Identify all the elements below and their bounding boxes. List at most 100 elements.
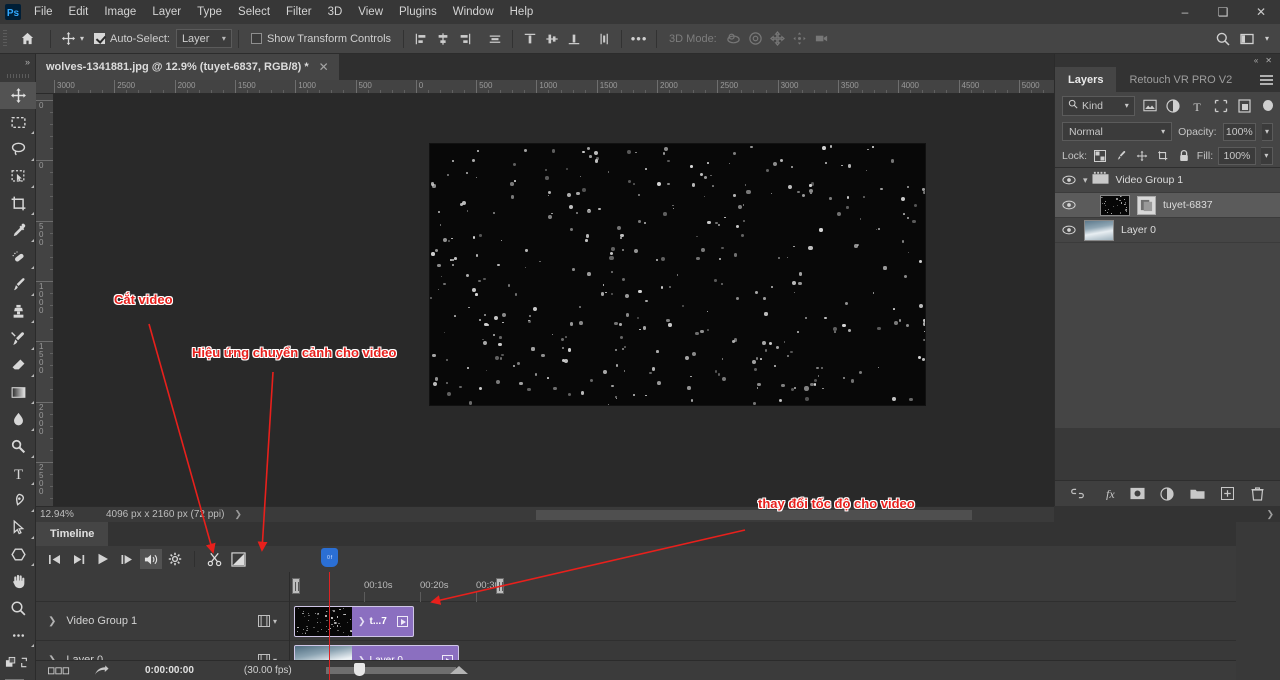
new-layer-icon[interactable] [1218,485,1236,503]
menu-item-help[interactable]: Help [502,0,542,24]
shape-tool[interactable] [0,541,36,568]
panel-menu-icon[interactable] [1260,75,1273,85]
zoom-in-timeline-icon[interactable] [450,666,468,674]
lasso-tool[interactable] [0,136,36,163]
tab-retouch-vr-pro-v2[interactable]: Retouch VR PRO V2 [1116,67,1245,92]
blur-tool[interactable] [0,406,36,433]
minimize-button[interactable]: – [1166,0,1204,24]
image-canvas[interactable] [430,144,925,405]
close-icon[interactable]: ✕ [319,60,329,74]
menu-item-layer[interactable]: Layer [144,0,189,24]
show-transform-controls-checkbox[interactable]: Show Transform Controls [245,33,397,45]
zoom-level[interactable]: 12.94% [36,509,98,520]
new-group-icon[interactable] [1188,485,1206,503]
film-strip-icon[interactable]: ▾ [258,615,289,627]
eraser-tool[interactable] [0,352,36,379]
roll-3d-icon[interactable] [745,28,767,50]
menu-item-plugins[interactable]: Plugins [391,0,445,24]
layer-mask-thumbnail[interactable] [1137,196,1156,215]
opacity-value[interactable]: 100% [1223,123,1256,141]
auto-select-checkbox-box[interactable] [94,33,105,44]
distribute-vertically-icon[interactable] [593,28,615,50]
chevron-right-icon[interactable]: ❯ [224,509,252,520]
playhead-marker[interactable]: 0 f [321,548,338,567]
document-tab[interactable]: wolves-1341881.jpg @ 12.9% (tuyet-6837, … [36,54,339,80]
layer-row-video-group-1[interactable]: ▾ Video Group 1 [1055,168,1280,193]
orbit-3d-icon[interactable] [723,28,745,50]
home-icon[interactable] [10,31,44,46]
vertical-ruler[interactable]: 005001000150020002500 [36,94,54,506]
chevron-down-icon[interactable]: ▾ [1261,147,1273,165]
lock-transparent-pixels-icon[interactable] [1092,147,1108,164]
eyedropper-tool[interactable] [0,217,36,244]
path-selection-tool[interactable] [0,514,36,541]
delete-layer-icon[interactable] [1248,485,1266,503]
menu-item-window[interactable]: Window [445,0,502,24]
auto-select-checkbox[interactable]: Auto-Select: [88,33,176,45]
current-tool-move[interactable]: ▾ [57,31,88,46]
menu-item-view[interactable]: View [350,0,391,24]
object-selection-tool[interactable] [0,163,36,190]
tab-layers[interactable]: Layers [1055,67,1116,92]
color-swatches[interactable] [0,676,36,680]
lock-image-pixels-icon[interactable] [1113,147,1129,164]
work-area-start-handle[interactable] [292,578,300,594]
convert-to-frame-animation-icon[interactable] [36,667,82,675]
close-button[interactable]: ✕ [1242,0,1280,24]
collapse-toolbar-button[interactable]: » [0,54,35,70]
lock-all-icon[interactable] [1176,147,1192,164]
layer-row-tuyet-6837[interactable]: tuyet-6837 [1055,193,1280,218]
layer-visibility-eye-icon[interactable] [1055,225,1083,235]
clone-stamp-tool[interactable] [0,298,36,325]
close-icon[interactable]: ✕ [1265,56,1272,65]
timeline-zoom-slider[interactable] [326,667,456,674]
layer-thumbnail[interactable] [1100,195,1130,216]
menu-item-image[interactable]: Image [96,0,144,24]
menu-item-select[interactable]: Select [230,0,278,24]
clip-menu-icon[interactable] [397,616,408,627]
horizontal-scrollbar[interactable] [536,510,972,520]
render-video-icon[interactable] [82,665,121,677]
align-top-edges-icon[interactable] [519,28,541,50]
filter-toggle-icon[interactable] [1263,100,1273,111]
distribute-horizontally-icon[interactable] [484,28,506,50]
pen-tool[interactable] [0,487,36,514]
chevron-down-icon[interactable]: ▾ [1083,175,1092,186]
layer-visibility-eye-icon[interactable] [1055,200,1083,210]
align-left-edges-icon[interactable] [410,28,432,50]
dodge-tool[interactable] [0,433,36,460]
align-right-edges-icon[interactable] [454,28,476,50]
filter-kind-dropdown[interactable]: Kind ▾ [1062,96,1135,116]
toolbar-grip[interactable] [0,70,35,82]
lock-artboard-icon[interactable] [1155,147,1171,164]
horizontal-ruler[interactable]: 3000250020001500100050005001000150020002… [36,80,1054,94]
next-frame-icon[interactable] [116,549,138,569]
edit-toolbar-button[interactable] [0,622,36,649]
track-header-video-group-1[interactable]: ❯ Video Group 1 ▾ [36,602,289,641]
type-layer-filter-icon[interactable]: T [1188,96,1206,115]
maximize-button[interactable]: ❑ [1204,0,1242,24]
history-brush-tool[interactable] [0,325,36,352]
menu-item-edit[interactable]: Edit [61,0,97,24]
menu-item-file[interactable]: File [26,0,61,24]
tab-timeline[interactable]: Timeline [36,522,108,546]
move-tool[interactable] [0,82,36,109]
add-layer-mask-icon[interactable] [1128,485,1146,503]
play-icon[interactable] [92,549,114,569]
canvas-area[interactable] [54,94,1054,506]
lock-position-icon[interactable] [1134,147,1150,164]
playhead[interactable]: 0 f [329,572,330,680]
gradient-tool[interactable] [0,379,36,406]
go-to-first-frame-icon[interactable] [44,549,66,569]
rectangular-marquee-tool[interactable] [0,109,36,136]
chevron-right-icon[interactable]: ❯ [1266,509,1274,520]
collapse-icon[interactable]: « [1254,56,1258,65]
menu-item-3d[interactable]: 3D [320,0,351,24]
slide-3d-icon[interactable] [789,28,811,50]
clip-tuyet-6837[interactable]: ❯ t...7 [294,606,414,637]
shape-layer-filter-icon[interactable] [1212,96,1230,115]
timeline-zoom-knob[interactable] [354,663,365,676]
pixel-layer-filter-icon[interactable] [1141,96,1159,115]
fill-value[interactable]: 100% [1218,147,1256,165]
clip-lane-video-group-1[interactable]: ❯ t...7 + [290,602,1280,641]
